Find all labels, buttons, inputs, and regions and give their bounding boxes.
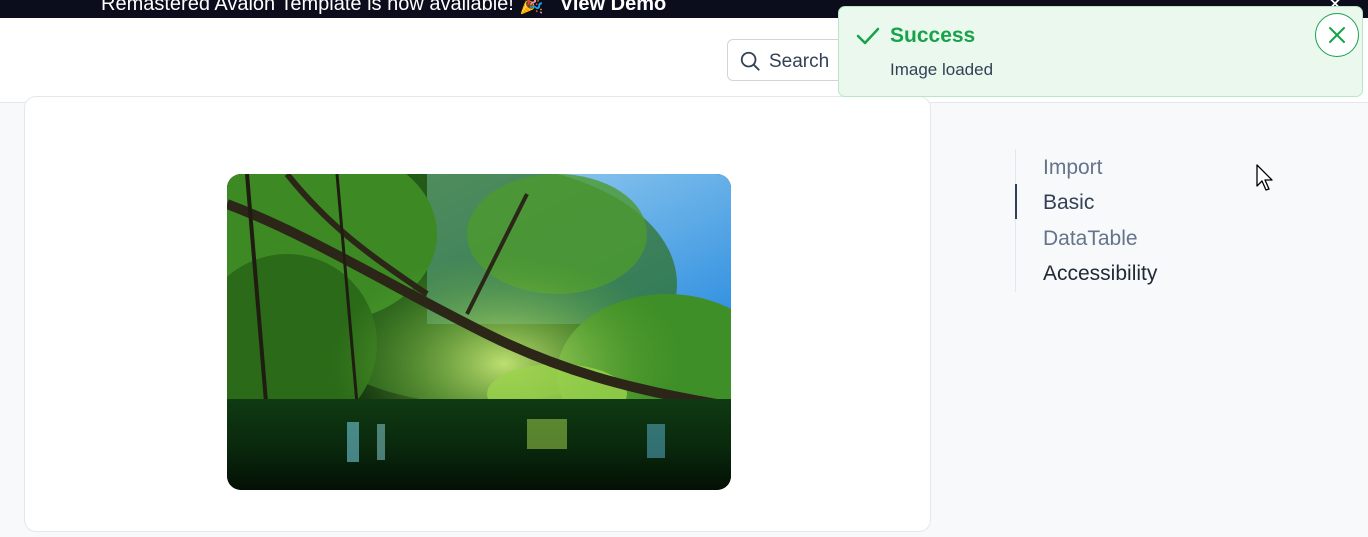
search-icon	[740, 51, 760, 71]
success-toast: Success Image loaded	[838, 6, 1363, 97]
search-label: Search	[769, 51, 830, 72]
toc-active-indicator	[1015, 184, 1017, 219]
check-icon	[856, 27, 880, 45]
toc-item-accessibility[interactable]: Accessibility	[1043, 262, 1157, 286]
toc-item-basic[interactable]: Basic	[1043, 191, 1094, 215]
toast-close-button[interactable]	[1315, 13, 1359, 57]
mouse-cursor-icon	[1256, 164, 1273, 191]
forest-lake-image	[227, 174, 731, 490]
toast-message: Image loaded	[890, 60, 994, 79]
toc-item-import[interactable]: Import	[1043, 156, 1103, 180]
toast-title: Success	[890, 24, 976, 47]
banner-text: Remastered Avalon Template is now availa…	[101, 0, 666, 16]
close-icon	[1329, 27, 1345, 43]
forest-lake-illustration	[227, 174, 731, 490]
view-demo-link[interactable]: View Demo	[560, 0, 666, 15]
content-card	[24, 96, 931, 532]
toc-item-datatable[interactable]: DataTable	[1043, 227, 1138, 251]
table-of-contents: Import Basic DataTable Accessibility	[1015, 149, 1235, 292]
banner-message: Remastered Avalon Template is now availa…	[101, 0, 545, 15]
